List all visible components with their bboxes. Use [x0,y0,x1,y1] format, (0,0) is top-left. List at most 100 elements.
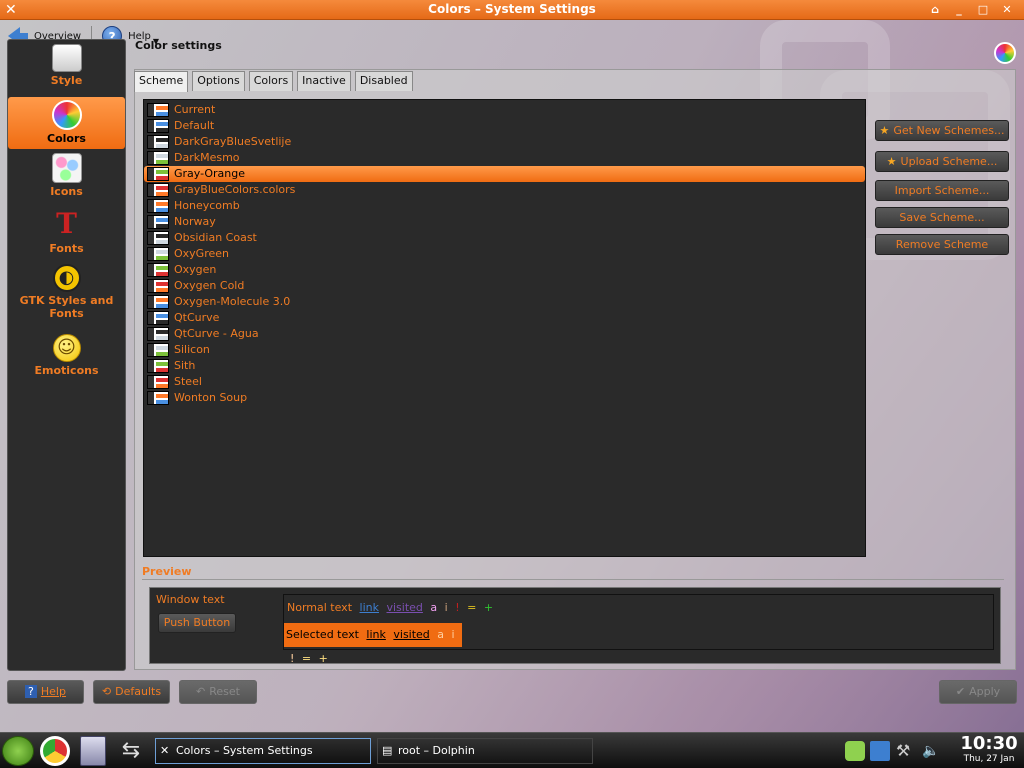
scheme-list-item[interactable]: Oxygen-Molecule 3.0 [144,294,865,310]
sidebar-item-fonts[interactable]: T Fonts [8,208,125,258]
scheme-list-item[interactable]: DarkMesmo [144,150,865,166]
task-colors-system-settings[interactable]: ✕ Colors – System Settings [155,738,371,764]
gtk-icon: ◐ [52,264,81,292]
maximize-button[interactable]: □ [974,2,992,18]
scheme-list-item[interactable]: QtCurve [144,310,865,326]
update-notifier-icon[interactable] [845,741,865,761]
push-button-sample[interactable]: Push Button [158,613,236,633]
import-scheme-button[interactable]: Import Scheme... [875,180,1009,201]
scheme-list-item[interactable]: Oxygen [144,262,865,278]
scheme-list-item[interactable]: Silicon [144,342,865,358]
scheme-name: DarkMesmo [174,151,240,164]
task-label: root – Dolphin [398,744,475,757]
file-manager-icon[interactable] [80,736,106,766]
sidebar-item-label: Style [50,74,83,87]
normal-text-sample: Normal text [287,601,353,614]
sidebar-item-gtk-styles[interactable]: ◐ GTK Styles and Fonts [8,264,125,328]
network-icon[interactable]: ⚒ [896,741,916,761]
negative-text-sample: ! [455,601,460,614]
scheme-list-item[interactable]: GrayBlueColors.colors [144,182,865,198]
help-button[interactable]: ? Help [7,680,84,704]
upload-scheme-button[interactable]: ★ Upload Scheme... [875,151,1009,172]
title-bar[interactable]: ✕ Colors – System Settings ⌂ _ □ ✕ [0,0,1024,20]
scheme-list-item[interactable]: OxyGreen [144,246,865,262]
scheme-list-item[interactable]: Default [144,118,865,134]
scheme-list-item[interactable]: Sith [144,358,865,374]
selected-visited-sample[interactable]: visited [393,628,429,641]
button-label: Reset [209,685,240,698]
fonts-icon: T [56,207,77,240]
scheme-list-item[interactable]: Norway [144,214,865,230]
link-sample[interactable]: link [360,601,379,614]
selected-text-row: Selected text link visited a i ! = + [284,623,462,665]
scheme-list-item[interactable]: Gray-Orange [144,166,865,182]
save-scheme-button[interactable]: Save Scheme... [875,207,1009,228]
application-launcher-icon[interactable] [2,736,34,766]
selected-neutral-sample: = [301,652,312,665]
selected-link-sample[interactable]: link [366,628,385,641]
scheme-list-item[interactable]: DarkGrayBlueSvetlije [144,134,865,150]
selected-text-sample: Selected text [286,628,359,641]
button-label: Get New Schemes... [893,124,1005,137]
colors-module-icon [994,42,1016,64]
tab-disabled[interactable]: Disabled [354,71,413,91]
normal-text-row: Normal text link visited a i ! = + [287,601,493,614]
apply-button[interactable]: ✔ Apply [939,680,1017,704]
scheme-name: Steel [174,375,202,388]
scheme-preview-icon [147,343,169,357]
minimize-button[interactable]: _ [950,2,968,18]
positive-text-sample: + [483,601,494,614]
scheme-preview-icon [147,327,169,341]
inactive-text-sample: i [444,601,448,614]
clock-date: Thu, 27 Jan [963,754,1015,764]
scheme-list-item[interactable]: Oxygen Cold [144,278,865,294]
clock[interactable]: 10:30 Thu, 27 Jan [955,734,1023,765]
colors-icon [51,100,82,130]
scheme-list-item[interactable]: Current [144,102,865,118]
sidebar-item-style[interactable]: Style [8,44,125,94]
reset-button[interactable]: ↶ Reset [179,680,257,704]
scheme-name: Silicon [174,343,210,356]
volume-icon[interactable]: 🔈 [922,741,942,761]
scheme-list-item[interactable]: Honeycomb [144,198,865,214]
button-label: Apply [969,685,1001,698]
sidebar-item-emoticons[interactable]: ☺ Emoticons [8,334,125,384]
sidebar-item-icons[interactable]: Icons [8,153,125,203]
tab-scheme[interactable]: Scheme [134,71,189,92]
tab-inactive[interactable]: Inactive [297,71,351,91]
remove-scheme-button[interactable]: Remove Scheme [875,234,1009,255]
klipper-icon[interactable] [870,741,890,761]
scheme-preview-icon [147,295,169,309]
sidebar-item-colors[interactable]: Colors [8,97,125,149]
chrome-browser-icon[interactable] [40,736,70,766]
scheme-preview-icon [147,183,169,197]
button-label: Help [40,685,66,698]
scheme-name: Current [174,103,216,116]
scheme-preview-icon [147,391,169,405]
scheme-list-item[interactable]: QtCurve - Agua [144,326,865,342]
scheme-list-item[interactable]: Obsidian Coast [144,230,865,246]
scheme-preview-icon [147,103,169,117]
tab-colors[interactable]: Colors [248,71,294,91]
usb-device-icon[interactable]: ⇆ [116,736,146,766]
button-label: Upload Scheme... [900,155,998,168]
visited-link-sample[interactable]: visited [386,601,422,614]
task-dolphin[interactable]: ▤ root – Dolphin [377,738,593,764]
help-icon: ? [25,685,37,698]
defaults-button[interactable]: ⟲ Defaults [93,680,170,704]
selected-negative-sample: ! [290,652,295,665]
task-label: Colors – System Settings [176,744,313,757]
scheme-list-item[interactable]: Steel [144,374,865,390]
scheme-list[interactable]: Current Default DarkGrayBlueSvetlije DarkMe… [143,99,866,557]
preview-label: Preview [142,565,192,578]
smiley-icon: ☺ [52,334,81,362]
scheme-list-item[interactable]: Wonton Soup [144,390,865,406]
tab-bar: Scheme Options Colors Inactive Disabled [134,71,413,92]
scheme-preview-icon [147,263,169,277]
scheme-name: Oxygen-Molecule 3.0 [174,295,291,308]
keep-above-icon[interactable]: ⌂ [926,2,944,18]
close-button[interactable]: ✕ [998,2,1016,18]
selected-active-sample: a [437,628,445,641]
get-new-schemes-button[interactable]: ★ Get New Schemes... [875,120,1009,141]
tab-options[interactable]: Options [192,71,245,91]
